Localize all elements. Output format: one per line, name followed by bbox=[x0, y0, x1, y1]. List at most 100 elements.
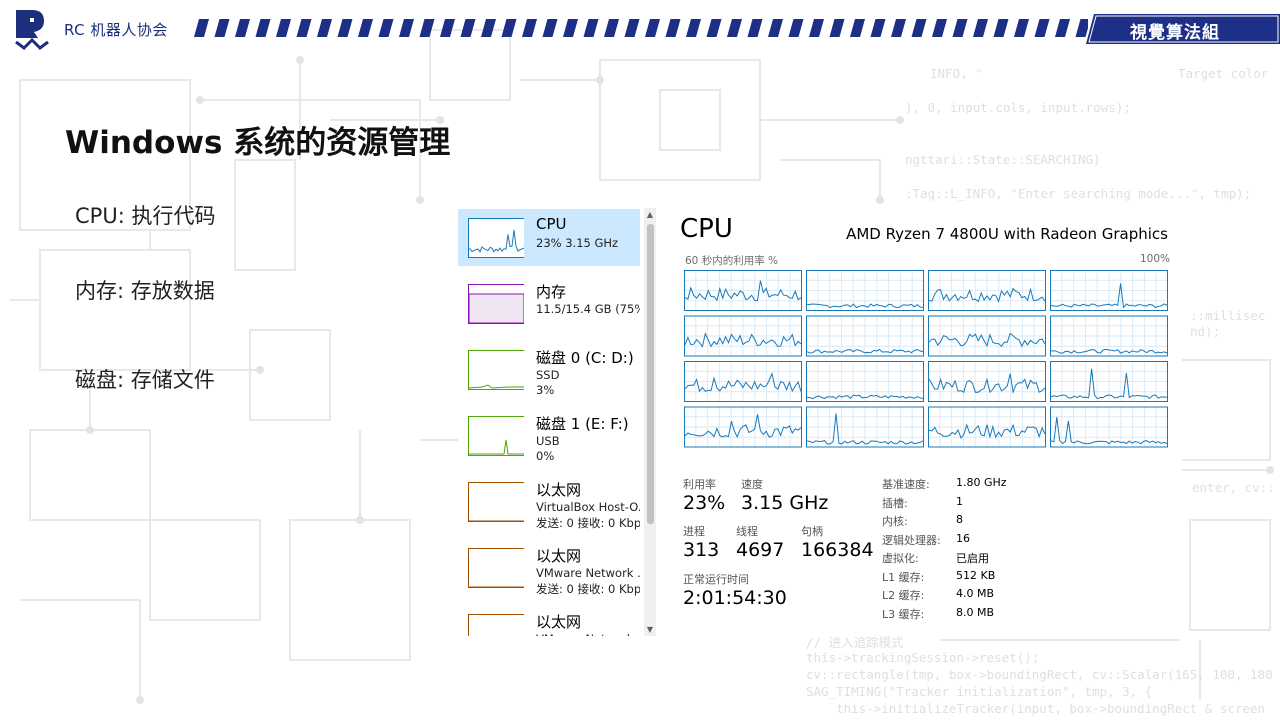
cpu-core-graphs bbox=[684, 270, 1168, 448]
scrollbar-thumb[interactable] bbox=[647, 224, 654, 524]
processes-value: 313 bbox=[683, 539, 720, 561]
background-code-line: ::millisec bbox=[1190, 308, 1266, 323]
core-graph bbox=[928, 406, 1046, 448]
background-code-line: ngttari::State::SEARCHING) bbox=[905, 152, 1101, 167]
background-code-line: this->initializeTracker(input, box->boun… bbox=[806, 701, 1266, 716]
header-stripe-segment bbox=[809, 19, 824, 37]
thumb-border bbox=[468, 614, 524, 636]
spec-value: 1 bbox=[956, 494, 963, 508]
spec-label: 逻辑处理器: bbox=[882, 533, 941, 547]
speed-value: 3.15 GHz bbox=[741, 492, 829, 514]
header-stripe-segment bbox=[604, 19, 619, 37]
header-stripe-segment bbox=[235, 19, 250, 37]
ethernet-graph-icon bbox=[468, 482, 524, 522]
speed-label: 速度 bbox=[741, 478, 763, 491]
header-stripe-segment bbox=[665, 19, 681, 37]
spec-label: L3 缓存: bbox=[882, 607, 925, 621]
sidebar-item-title: 内存 bbox=[536, 283, 567, 301]
core-graph bbox=[928, 361, 1046, 402]
background-code-line: enter, cv:: bbox=[1192, 480, 1275, 495]
task-manager-sidebar: CPU 23% 3.15 GHz 内存 11.5/15.4 GB (75%) 磁盘 0 … bbox=[458, 208, 658, 636]
header-stripe bbox=[194, 19, 1088, 37]
spec-label: 基准速度: bbox=[882, 478, 930, 491]
sidebar-item-title: CPU bbox=[536, 215, 567, 233]
core-graph bbox=[1050, 315, 1168, 357]
sidebar-item-detail: 3% bbox=[536, 383, 555, 397]
sidebar-item-title: 以太网 bbox=[536, 481, 582, 499]
sidebar-item-detail: SSD bbox=[536, 368, 560, 382]
sidebar-item-title: 磁盘 1 (E: F:) bbox=[536, 415, 629, 433]
background-code: INFO, " Target color ), 0, input.cols, i… bbox=[0, 0, 1275, 716]
sidebar-item-5[interactable]: 以太网 VMware Network ... 发送: 0 接收: 0 Kbps bbox=[458, 539, 640, 596]
core-graph bbox=[1050, 406, 1168, 448]
sidebar-item-6[interactable]: 以太网VMware Network ...发送: 0 接收: 0 Kbps bbox=[458, 605, 640, 636]
sidebar-item-2[interactable]: 磁盘 0 (C: D:) SSD 3% bbox=[458, 341, 640, 398]
threads-value: 4697 bbox=[736, 539, 785, 561]
sidebar-item-detail: 发送: 0 接收: 0 Kbps bbox=[536, 582, 640, 596]
sidebar-item-1[interactable]: 内存 11.5/15.4 GB (75%) bbox=[458, 275, 640, 332]
header-stripe-segment bbox=[399, 19, 414, 37]
ethernet-graph-icon bbox=[468, 614, 524, 636]
core-graph bbox=[928, 315, 1046, 357]
background-code-line: Target color bbox=[1178, 66, 1269, 81]
sidebar-item-title: 以太网 bbox=[536, 613, 582, 631]
scroll-down-icon[interactable]: ▼ bbox=[645, 625, 655, 634]
scroll-up-icon[interactable]: ▲ bbox=[645, 210, 655, 219]
background-code-line: this->trackingSession->reset(); bbox=[806, 650, 1040, 665]
header-stripe-segment bbox=[932, 19, 947, 37]
sidebar-item-0[interactable]: CPU 23% 3.15 GHz bbox=[458, 209, 640, 266]
memory-graph-icon bbox=[468, 284, 524, 324]
background-code-line: nd); bbox=[1190, 324, 1221, 339]
spec-value: 已启用 bbox=[956, 552, 989, 565]
sidebar-item-title: 以太网 bbox=[536, 547, 582, 565]
header-stripe-segment bbox=[501, 19, 517, 37]
uptime-label: 正常运行时间 bbox=[683, 573, 749, 586]
core-graph bbox=[684, 406, 802, 448]
bullet-disk: 磁盘: 存储文件 bbox=[75, 368, 215, 392]
core-graph bbox=[806, 361, 924, 402]
header-stripe-segment bbox=[563, 19, 578, 37]
header-stripe-segment bbox=[973, 19, 988, 37]
thumb-border bbox=[468, 218, 524, 258]
core-graph bbox=[806, 270, 924, 311]
page-title: Windows 系统的资源管理 bbox=[65, 125, 451, 161]
graph-label: 60 秒内的利用率 % bbox=[685, 255, 779, 267]
sidebar-item-3[interactable]: 磁盘 1 (E: F:) USB 0% bbox=[458, 407, 640, 464]
sidebar-item-detail: USB bbox=[536, 434, 560, 448]
rc-logo bbox=[15, 10, 49, 50]
processes-label: 进程 bbox=[683, 525, 705, 538]
header-stripe-segment bbox=[583, 19, 599, 37]
sidebar-item-detail: VMware Network ... bbox=[536, 566, 640, 580]
utilization-label: 利用率 bbox=[683, 478, 716, 491]
threads-label: 线程 bbox=[736, 525, 758, 538]
header-stripe-segment bbox=[624, 19, 640, 37]
header-stripe-segment bbox=[317, 19, 332, 37]
spec-value: 1.80 GHz bbox=[956, 476, 1007, 489]
background-code-line: INFO, " bbox=[930, 66, 983, 81]
core-graph bbox=[928, 270, 1046, 311]
core-graph bbox=[806, 406, 924, 448]
spec-label: 虚拟化: bbox=[882, 552, 919, 565]
cpu-detail-panel: CPU AMD Ryzen 7 4800U with Radeon Graphi… bbox=[662, 208, 1182, 636]
sidebar-item-detail: 发送: 0 接收: 0 Kbps bbox=[536, 516, 640, 530]
header-stripe-segment bbox=[686, 19, 701, 37]
cpu-graph-icon bbox=[468, 218, 524, 258]
header-stripe-segment bbox=[358, 19, 373, 37]
thumb-border bbox=[468, 350, 524, 390]
header-stripe-segment bbox=[481, 19, 496, 37]
header-stripe-segment bbox=[829, 19, 845, 37]
background-code-line: ), 0, input.cols, input.rows); bbox=[905, 100, 1131, 115]
sidebar-item-detail: 23% 3.15 GHz bbox=[536, 236, 619, 250]
sidebar-item-title: 磁盘 0 (C: D:) bbox=[536, 349, 634, 367]
header-stripe-segment bbox=[850, 19, 865, 37]
sidebar-item-4[interactable]: 以太网 VirtualBox Host-O... 发送: 0 接收: 0 Kbps bbox=[458, 473, 640, 530]
core-graph bbox=[1050, 270, 1168, 311]
bullet-memory: 内存: 存放数据 bbox=[75, 279, 215, 303]
header-stripe-segment bbox=[419, 19, 435, 37]
header-stripe-segment bbox=[296, 19, 312, 37]
header-stripe-segment bbox=[378, 19, 394, 37]
sidebar-scrollbar[interactable]: ▲ ▼ bbox=[644, 208, 656, 636]
core-graph bbox=[806, 315, 924, 357]
core-graph bbox=[684, 270, 802, 311]
header-stripe-segment bbox=[727, 19, 742, 37]
